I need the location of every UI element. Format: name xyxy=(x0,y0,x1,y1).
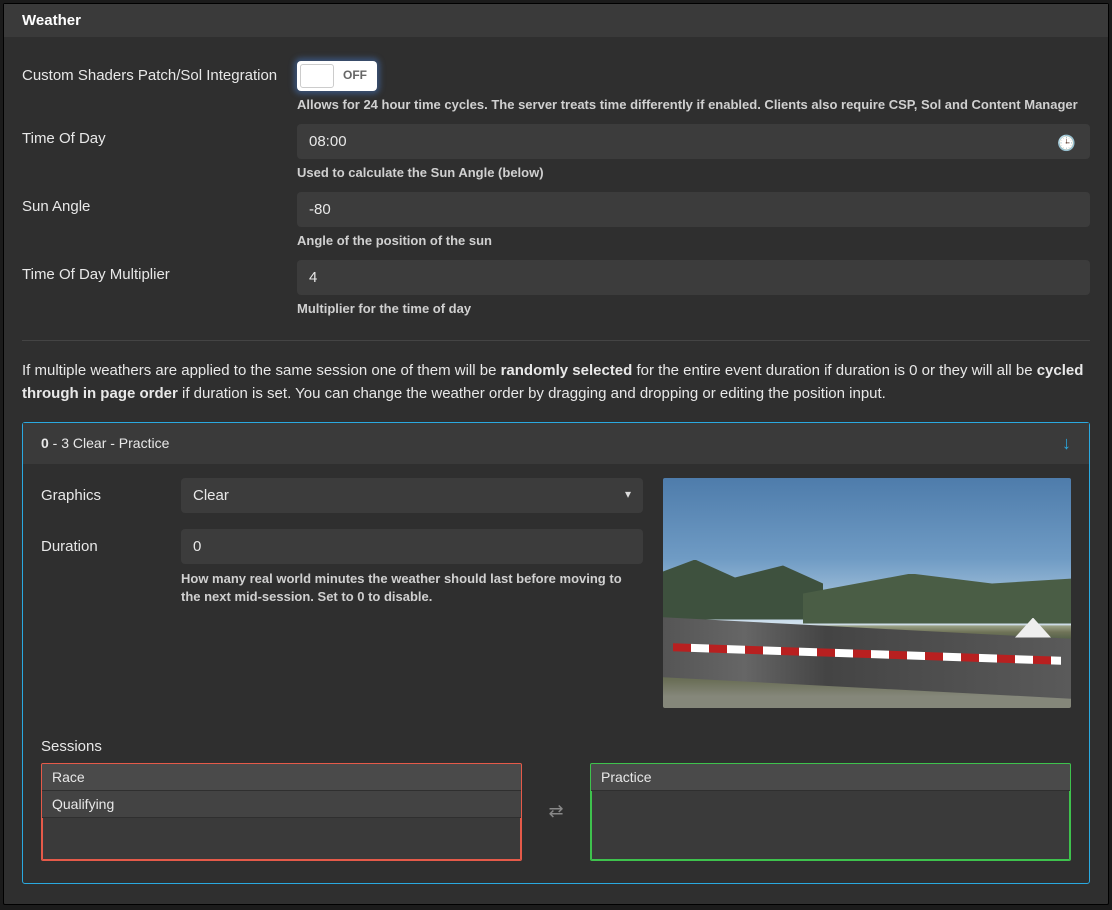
panel-body: Custom Shaders Patch/Sol Integration OFF… xyxy=(4,37,1108,904)
toggle-knob xyxy=(300,64,334,88)
sessions-selected-box[interactable]: Practice xyxy=(590,763,1071,861)
weather-card-index: 0 xyxy=(41,435,49,451)
row-sun-angle: Sun Angle Angle of the position of the s… xyxy=(22,192,1090,248)
tod-input-wrap: 🕒 xyxy=(297,124,1090,159)
panel-title: Weather xyxy=(4,4,1108,37)
sun-angle-control-col: Angle of the position of the sun xyxy=(297,192,1090,248)
tod-mult-control-col: Multiplier for the time of day xyxy=(297,260,1090,316)
tod-label: Time Of Day xyxy=(22,124,297,180)
info-p1: If multiple weathers are applied to the … xyxy=(22,362,501,379)
weather-preview-image xyxy=(663,478,1071,708)
weather-right-col xyxy=(663,478,1071,708)
sun-angle-input[interactable] xyxy=(297,192,1090,227)
duration-control: How many real world minutes the weather … xyxy=(181,529,643,608)
sun-angle-label: Sun Angle xyxy=(22,192,297,248)
toggle-value: OFF xyxy=(343,68,367,82)
info-p2: for the entire event duration if duratio… xyxy=(632,362,1036,379)
csp-toggle[interactable]: OFF xyxy=(297,61,377,91)
weather-info-text: If multiple weathers are applied to the … xyxy=(22,359,1090,406)
sessions-row: Race Qualifying ⇄ Practice xyxy=(41,763,1071,861)
duration-input[interactable] xyxy=(181,529,643,564)
tod-hint: Used to calculate the Sun Angle (below) xyxy=(297,165,1090,180)
info-p3: if duration is set. You can change the w… xyxy=(178,385,886,402)
swap-icon: ⇄ xyxy=(536,801,576,822)
row-csp: Custom Shaders Patch/Sol Integration OFF… xyxy=(22,61,1090,112)
weather-card-body: Graphics Clear Duration How m xyxy=(23,464,1089,883)
time-of-day-input[interactable] xyxy=(297,124,1090,159)
weather-grid: Graphics Clear Duration How m xyxy=(41,478,1071,708)
separator xyxy=(22,340,1090,341)
weather-card-title-rest: - 3 Clear - Practice xyxy=(49,435,170,451)
row-duration: Duration How many real world minutes the… xyxy=(41,529,643,608)
session-item-practice[interactable]: Practice xyxy=(591,764,1070,791)
graphics-label: Graphics xyxy=(41,478,181,504)
sessions-available-box[interactable]: Race Qualifying xyxy=(41,763,522,861)
session-item-qualifying[interactable]: Qualifying xyxy=(42,791,521,818)
weather-card: 0 - 3 Clear - Practice ↓ Graphics Clear xyxy=(22,422,1090,884)
session-item-race[interactable]: Race xyxy=(42,764,521,791)
csp-control-col: OFF Allows for 24 hour time cycles. The … xyxy=(297,61,1090,112)
tod-multiplier-input[interactable] xyxy=(297,260,1090,295)
row-graphics: Graphics Clear xyxy=(41,478,643,513)
row-tod-mult: Time Of Day Multiplier Multiplier for th… xyxy=(22,260,1090,316)
info-b1: randomly selected xyxy=(501,362,633,379)
tod-mult-hint: Multiplier for the time of day xyxy=(297,301,1090,316)
weather-panel: Weather Custom Shaders Patch/Sol Integra… xyxy=(3,3,1109,905)
sessions-label: Sessions xyxy=(41,738,1071,755)
tod-mult-label: Time Of Day Multiplier xyxy=(22,260,297,316)
sun-angle-hint: Angle of the position of the sun xyxy=(297,233,1090,248)
duration-label: Duration xyxy=(41,529,181,555)
duration-hint: How many real world minutes the weather … xyxy=(181,570,643,608)
csp-label: Custom Shaders Patch/Sol Integration xyxy=(22,61,297,112)
weather-left-col: Graphics Clear Duration How m xyxy=(41,478,643,708)
weather-card-header[interactable]: 0 - 3 Clear - Practice ↓ xyxy=(23,423,1089,464)
row-time-of-day: Time Of Day 🕒 Used to calculate the Sun … xyxy=(22,124,1090,180)
graphics-control: Clear xyxy=(181,478,643,513)
collapse-arrow-icon[interactable]: ↓ xyxy=(1062,433,1071,454)
tod-control-col: 🕒 Used to calculate the Sun Angle (below… xyxy=(297,124,1090,180)
graphics-select[interactable]: Clear xyxy=(181,478,643,513)
weather-card-title: 0 - 3 Clear - Practice xyxy=(41,435,169,451)
csp-hint: Allows for 24 hour time cycles. The serv… xyxy=(297,97,1090,112)
